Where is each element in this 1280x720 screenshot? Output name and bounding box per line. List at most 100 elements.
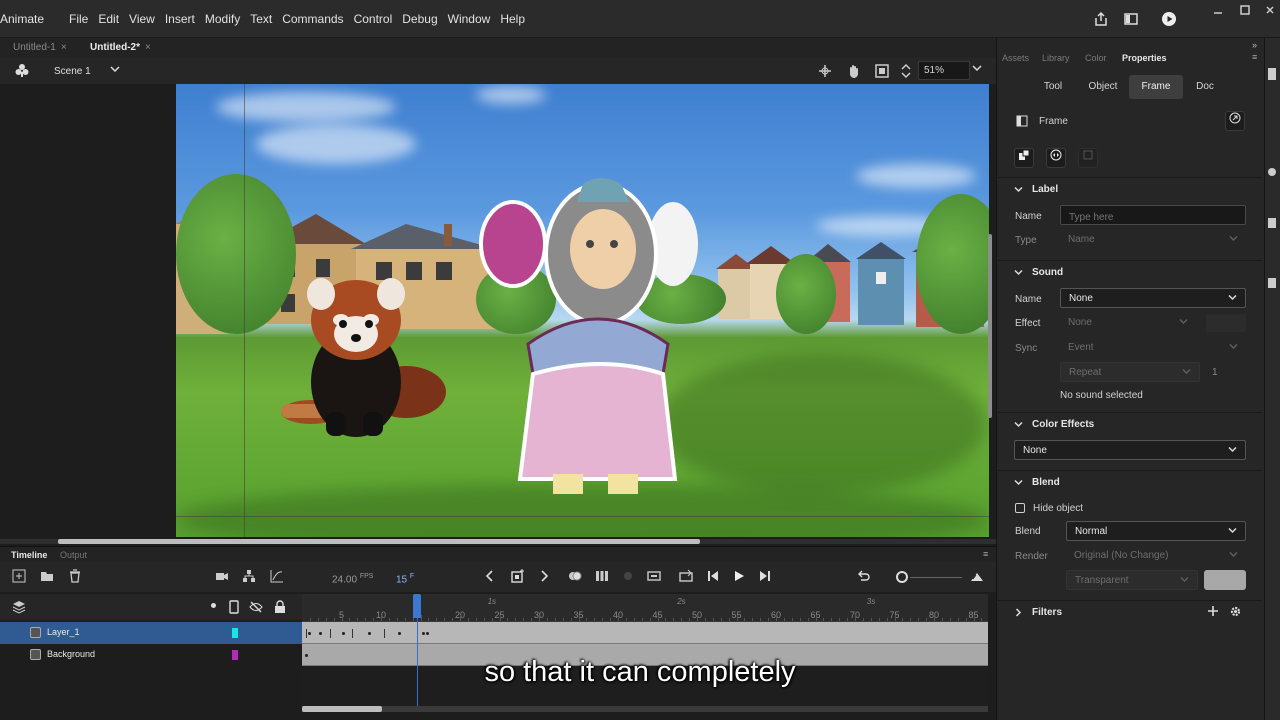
fairy-drawing-image[interactable] bbox=[478, 174, 718, 504]
menu-commands[interactable]: Commands bbox=[277, 12, 348, 26]
close-tab-icon[interactable]: × bbox=[61, 42, 67, 53]
tab-doc[interactable]: Doc bbox=[1186, 75, 1224, 99]
timeline-horizontal-scrollbar[interactable] bbox=[302, 706, 382, 712]
keyframe[interactable] bbox=[308, 632, 311, 635]
tab-output[interactable]: Output bbox=[60, 550, 87, 560]
red-panda-image[interactable] bbox=[271, 272, 446, 444]
panel-strip-icon[interactable] bbox=[1268, 68, 1276, 80]
menu-insert[interactable]: Insert bbox=[160, 12, 200, 26]
stage-canvas[interactable] bbox=[176, 84, 989, 537]
keyframe-marker[interactable] bbox=[330, 629, 331, 638]
menu-edit[interactable]: Edit bbox=[93, 12, 124, 26]
onion-skin-icon[interactable] bbox=[567, 569, 583, 585]
label-name-input[interactable] bbox=[1060, 205, 1246, 225]
hide-object-checkbox[interactable] bbox=[1015, 503, 1025, 513]
collapse-panel-icon[interactable]: » bbox=[1252, 40, 1257, 50]
section-color-effects-title[interactable]: Color Effects bbox=[1032, 419, 1094, 430]
test-movie-icon[interactable] bbox=[1161, 11, 1177, 27]
snap-icon[interactable] bbox=[817, 63, 833, 79]
keyframe[interactable] bbox=[368, 632, 371, 635]
zoom-frames-icon[interactable] bbox=[969, 569, 985, 585]
section-filters-title[interactable]: Filters bbox=[1032, 607, 1062, 618]
tab-frame[interactable]: Frame bbox=[1129, 75, 1183, 99]
loop-icon[interactable] bbox=[678, 569, 694, 585]
blend-mode-select[interactable]: Normal bbox=[1066, 521, 1246, 541]
lock-icon[interactable] bbox=[274, 600, 286, 617]
layer-parenting-icon[interactable] bbox=[241, 569, 257, 585]
fps-readout[interactable]: 24.00 FPS bbox=[332, 573, 373, 585]
layer-row-layer-1[interactable]: Layer_1 bbox=[0, 622, 302, 644]
step-forward-icon[interactable] bbox=[757, 569, 773, 585]
keyframe-marker[interactable] bbox=[352, 629, 353, 638]
playhead[interactable] bbox=[413, 594, 421, 618]
current-frame-readout[interactable]: 15 F bbox=[396, 573, 414, 585]
play-icon[interactable] bbox=[731, 569, 747, 585]
add-filter-icon[interactable] bbox=[1207, 605, 1219, 620]
frame-zoom-slider[interactable] bbox=[896, 571, 908, 583]
frames-row-layer-1[interactable] bbox=[302, 622, 988, 644]
doc-tab-untitled-2[interactable]: Untitled-2* × bbox=[90, 42, 151, 53]
minimize-icon[interactable] bbox=[1210, 4, 1226, 16]
color-effect-select[interactable]: None bbox=[1014, 440, 1246, 460]
sound-name-select[interactable]: None bbox=[1060, 288, 1246, 308]
tab-assets[interactable]: Assets bbox=[1002, 53, 1029, 63]
chevron-left-icon[interactable] bbox=[482, 569, 498, 585]
frame-link-icon[interactable] bbox=[1225, 111, 1245, 131]
section-blend-title[interactable]: Blend bbox=[1032, 477, 1060, 488]
step-back-icon[interactable] bbox=[705, 569, 721, 585]
menu-control[interactable]: Control bbox=[349, 12, 398, 26]
clip-canvas-icon[interactable] bbox=[874, 63, 890, 79]
panel-strip-icon[interactable] bbox=[1268, 168, 1276, 176]
panel-menu-icon[interactable]: ≡ bbox=[983, 549, 988, 559]
new-layer-icon[interactable] bbox=[11, 569, 27, 585]
close-tab-icon[interactable]: × bbox=[145, 42, 151, 53]
doc-tab-untitled-1[interactable]: Untitled-1 × bbox=[13, 42, 67, 53]
graph-icon[interactable] bbox=[269, 569, 285, 585]
zoom-stepper-icon[interactable] bbox=[898, 63, 914, 79]
stage-vertical-scrollbar[interactable] bbox=[988, 234, 992, 418]
layer-outline-color[interactable] bbox=[232, 628, 238, 638]
chevron-down-icon[interactable] bbox=[1014, 268, 1023, 279]
tab-color[interactable]: Color bbox=[1085, 53, 1107, 63]
zoom-input[interactable]: 51% bbox=[918, 61, 970, 80]
hand-tool-icon[interactable] bbox=[846, 63, 862, 79]
section-sound-title[interactable]: Sound bbox=[1032, 267, 1063, 278]
menu-file[interactable]: File bbox=[64, 12, 93, 26]
camera-icon[interactable] bbox=[214, 569, 230, 585]
keyframe[interactable] bbox=[426, 632, 429, 635]
close-window-icon[interactable] bbox=[1262, 4, 1278, 16]
panel-strip-icon[interactable] bbox=[1268, 278, 1276, 288]
keyframe-marker[interactable] bbox=[306, 629, 307, 638]
layer-name[interactable]: Layer_1 bbox=[47, 627, 80, 637]
keyframe[interactable] bbox=[319, 632, 322, 635]
distribute-icon[interactable] bbox=[1014, 148, 1034, 168]
eye-hidden-icon[interactable] bbox=[249, 600, 263, 617]
chevron-down-icon[interactable] bbox=[1014, 478, 1023, 489]
scene-icon[interactable] bbox=[14, 62, 30, 78]
filter-settings-gear-icon[interactable] bbox=[1229, 605, 1242, 621]
edit-multiple-frames-icon[interactable] bbox=[594, 569, 610, 585]
create-tween-icon[interactable] bbox=[646, 569, 662, 585]
scene-dropdown-chevron-icon[interactable] bbox=[110, 64, 120, 77]
keyframe[interactable] bbox=[422, 632, 425, 635]
tab-properties[interactable]: Properties bbox=[1122, 53, 1167, 63]
menu-view[interactable]: View bbox=[124, 12, 160, 26]
swap-icon[interactable] bbox=[1046, 148, 1066, 168]
tab-timeline[interactable]: Timeline bbox=[11, 550, 47, 560]
keyframe[interactable] bbox=[398, 632, 401, 635]
new-folder-icon[interactable] bbox=[39, 569, 55, 585]
chevron-down-icon[interactable] bbox=[1014, 420, 1023, 431]
tab-object[interactable]: Object bbox=[1080, 75, 1126, 99]
keyframe-marker[interactable] bbox=[384, 629, 385, 638]
layers-icon[interactable] bbox=[12, 600, 26, 617]
menu-debug[interactable]: Debug bbox=[397, 12, 442, 26]
insert-keyframe-icon[interactable] bbox=[510, 569, 526, 585]
menu-window[interactable]: Window bbox=[443, 12, 496, 26]
zoom-dropdown-chevron-icon[interactable] bbox=[972, 63, 982, 76]
chevron-right-icon[interactable] bbox=[1014, 608, 1023, 619]
menu-text[interactable]: Text bbox=[245, 12, 277, 26]
maximize-icon[interactable] bbox=[1237, 4, 1253, 16]
tab-library[interactable]: Library bbox=[1042, 53, 1070, 63]
panel-menu-icon[interactable]: ≡ bbox=[1252, 52, 1257, 62]
timeline-ruler[interactable]: 51020253035404550556065707580851s2s3s bbox=[302, 594, 988, 622]
